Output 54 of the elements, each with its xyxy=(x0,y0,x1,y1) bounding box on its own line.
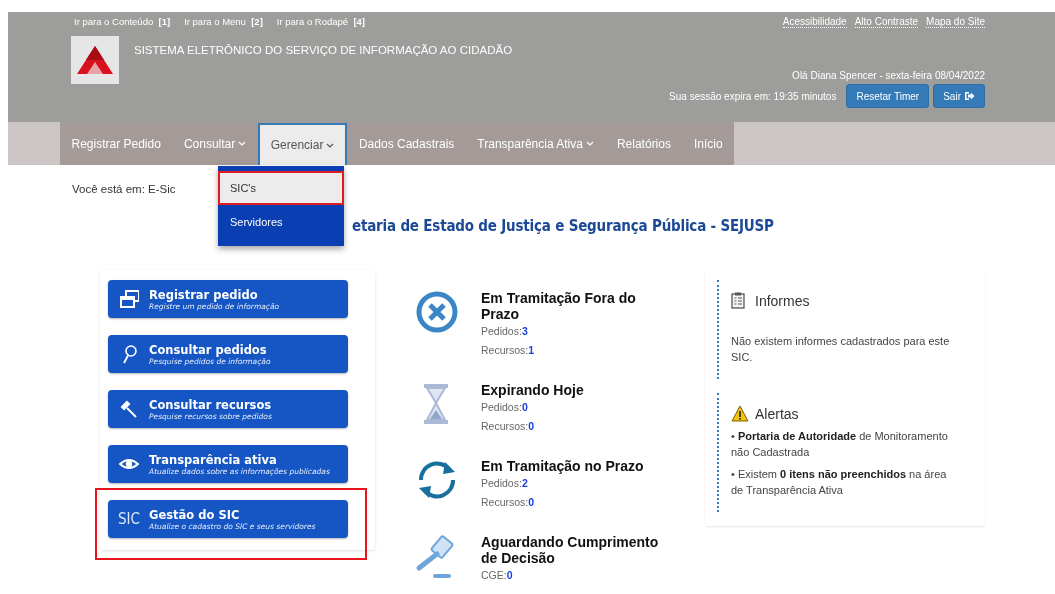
card-title: Gestão do SIC xyxy=(149,507,241,522)
hammer-icon xyxy=(119,399,139,419)
card-title: Transparência ativa xyxy=(149,452,278,467)
header-link[interactable]: Acessibilidade xyxy=(782,16,847,28)
alert-text: • Existem 0 itens não preenchidos na área de Transparência Ativa xyxy=(731,467,948,498)
page-heading: etaria de Estado de Justiça e Segurança Pública - SEJUSP xyxy=(352,217,775,235)
logo-icon xyxy=(75,44,115,76)
caret-icon xyxy=(585,140,594,147)
alertas-title: Alertas xyxy=(755,405,799,422)
windows-icon xyxy=(119,289,139,309)
menu-tab[interactable]: Gerenciar xyxy=(257,123,348,165)
card-title: Registrar pedido xyxy=(149,287,259,302)
session-timer-text: Sua sessão expira em: 19:35 minutos xyxy=(669,90,837,102)
skip-link[interactable]: Ir para o Conteúdo [1] xyxy=(74,16,171,27)
card-title: Consultar recursos xyxy=(149,397,272,412)
dropdown-item[interactable]: SIC's xyxy=(218,171,344,205)
status-count: CGE:0 xyxy=(481,568,514,583)
informes-title: Informes xyxy=(755,292,810,309)
menu-tab[interactable]: Registrar Pedido xyxy=(60,122,173,165)
caret-icon xyxy=(238,140,247,147)
status-count: Pedidos:2 xyxy=(481,476,529,491)
skip-link[interactable]: Ir para o Rodapé [4] xyxy=(276,16,365,27)
clipboard-icon xyxy=(731,292,745,309)
status-title: Expirando Hoje xyxy=(481,382,585,398)
menu-tab[interactable]: Consultar xyxy=(172,122,258,165)
dropdown-item[interactable]: Servidores xyxy=(218,205,344,239)
breadcrumb: Você está em: E-Sic xyxy=(72,183,176,195)
menu-tab[interactable]: Transparência Ativa xyxy=(465,122,606,165)
menu-tab[interactable]: Início xyxy=(682,122,735,165)
sic-label-icon: SIC xyxy=(118,510,140,528)
status-title: Aguardando Cumprimento de Decisão xyxy=(481,534,660,566)
status-title: Em Tramitação no Prazo xyxy=(481,458,645,474)
system-title: SISTEMA ELETRÔNICO DO SERVIÇO DE INFORMAÇÃO AO CIDADÃO xyxy=(134,44,513,58)
reset-timer-button[interactable]: Resetar Timer xyxy=(846,84,930,108)
logout-button[interactable]: Sair xyxy=(933,84,985,108)
status-count: Pedidos:3 xyxy=(481,324,529,339)
menu-tab[interactable]: Dados Cadastrais xyxy=(347,122,466,165)
status-count: Recursos:0 xyxy=(481,495,536,510)
skip-link[interactable]: Ir para o Menu [2] xyxy=(184,16,263,27)
warning-icon xyxy=(731,405,749,422)
informes-text: Não existem informes cadastrados para este SIC. xyxy=(731,334,951,365)
caret-icon xyxy=(326,141,335,149)
status-title: Em Tramitação Fora do Prazo xyxy=(481,290,637,322)
header-link[interactable]: Mapa do Site xyxy=(926,16,985,28)
exit-icon xyxy=(964,90,975,102)
menu-tab[interactable]: Relatórios xyxy=(605,122,683,165)
status-count: Pedidos:0 xyxy=(481,400,529,415)
card-title: Consultar pedidos xyxy=(149,342,268,357)
status-count: Recursos:1 xyxy=(481,343,536,358)
greeting-text: Olá Diana Spencer - sexta-feira 08/04/2022 xyxy=(792,70,985,81)
status-count: Recursos:0 xyxy=(481,419,536,434)
alert-text: • Portaria de Autoridade de Monitoramento não Cadastrada xyxy=(731,429,949,460)
cancel-icon xyxy=(415,290,460,335)
header-link[interactable]: Alto Contraste xyxy=(854,16,919,28)
